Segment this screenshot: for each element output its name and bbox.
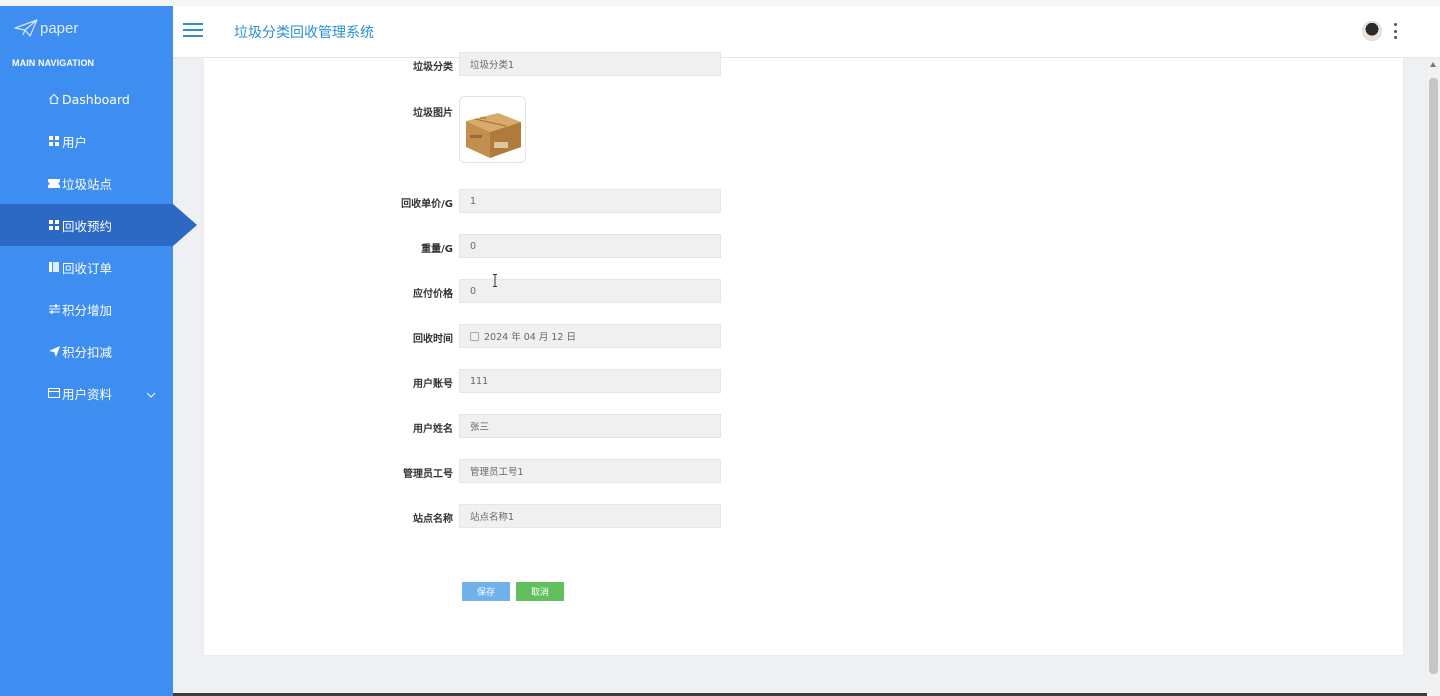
nav-list: Dashboard 用户 垃圾站点 回收预约 回收订单 积分增加 积分扣减 用户…: [0, 78, 197, 414]
field-label: 垃圾分类: [413, 62, 453, 73]
logo-text: paper: [40, 19, 79, 37]
scrollbar-thumb[interactable]: [1429, 78, 1438, 674]
sidebar-item-appointments[interactable]: 回收预约: [0, 204, 197, 246]
sidebar-item-users[interactable]: 用户: [0, 120, 173, 162]
vertical-scrollbar[interactable]: [1427, 58, 1440, 696]
paper-plane-icon: [14, 19, 38, 37]
station-name-field[interactable]: [459, 504, 721, 528]
grid-icon: [47, 220, 61, 230]
field-label: 回收单价/G: [401, 199, 453, 210]
sidebar-item-stations[interactable]: 垃圾站点: [0, 162, 173, 204]
ticket-icon: [47, 178, 61, 188]
cardboard-box-image: EMS: [466, 113, 521, 158]
scroll-up-arrow-icon[interactable]: [1430, 62, 1436, 67]
card-icon: [47, 388, 61, 398]
field-label: 垃圾图片: [413, 108, 453, 119]
cancel-button[interactable]: 取消: [516, 582, 564, 601]
avatar[interactable]: [1362, 21, 1382, 41]
nav-heading: MAIN NAVIGATION: [12, 58, 95, 68]
form-row-username: 用户姓名: [204, 414, 744, 438]
date-value: 2024 年 04 月 12 日: [484, 332, 576, 343]
field-label: 重量/G: [421, 244, 453, 255]
form-row-weight: 重量/G: [204, 234, 744, 258]
sidebar-item-label: 垃圾站点: [62, 176, 113, 192]
field-label: 站点名称: [413, 514, 453, 525]
field-label: 应付价格: [413, 289, 453, 300]
sidebar: paper MAIN NAVIGATION Dashboard 用户 垃圾站点 …: [0, 6, 197, 696]
form-row-unit-price: 回收单价/G: [204, 189, 744, 213]
user-account-field[interactable]: [459, 369, 721, 393]
sidebar-item-points-deduct[interactable]: 积分扣减: [0, 330, 173, 372]
form-row-station: 站点名称: [204, 504, 744, 528]
form-row-payable: 应付价格: [204, 279, 744, 303]
form-row-account: 用户账号: [204, 369, 744, 393]
unit-price-field[interactable]: [459, 189, 721, 213]
sidebar-item-orders[interactable]: 回收订单: [0, 246, 173, 288]
send-icon: [47, 345, 61, 357]
sidebar-item-label: 回收订单: [62, 260, 113, 276]
more-options-icon[interactable]: [1392, 23, 1398, 39]
hamburger-menu-icon[interactable]: [183, 23, 203, 39]
form-row-admin-id: 管理员工号: [204, 459, 744, 483]
form-card: 垃圾分类 垃圾图片 EMS 回收单价/G 重量/G 应付价格 回收时间 2024…: [203, 52, 1404, 656]
calendar-icon: [470, 331, 479, 341]
form-row-category: 垃圾分类: [204, 52, 744, 76]
field-label: 用户账号: [413, 379, 453, 390]
sidebar-item-label: Dashboard: [62, 91, 130, 107]
category-field[interactable]: [459, 52, 721, 76]
field-label: 回收时间: [413, 334, 453, 345]
home-icon: [47, 93, 61, 105]
sidebar-item-label: 用户: [62, 134, 88, 150]
sidebar-item-dashboard[interactable]: Dashboard: [0, 78, 173, 120]
field-label: 用户姓名: [413, 424, 453, 435]
save-button[interactable]: 保存: [462, 582, 510, 601]
chevron-down-icon: [146, 386, 156, 401]
weight-field[interactable]: [459, 234, 721, 258]
sidebar-item-label: 积分扣减: [62, 344, 113, 360]
waste-image[interactable]: EMS: [459, 96, 526, 163]
sidebar-item-label: 用户资料: [62, 386, 113, 402]
sidebar-item-user-profile[interactable]: 用户资料: [0, 372, 173, 414]
sidebar-item-points-add[interactable]: 积分增加: [0, 288, 173, 330]
user-name-field[interactable]: [459, 414, 721, 438]
columns-icon: [47, 262, 61, 272]
form-row-recycle-time: 回收时间 2024 年 04 月 12 日: [204, 324, 744, 348]
field-label: 管理员工号: [403, 469, 453, 480]
admin-id-field[interactable]: [459, 459, 721, 483]
svg-text:EMS: EMS: [480, 116, 486, 120]
top-header: 垃圾分类回收管理系统: [173, 6, 1440, 58]
app-title: 垃圾分类回收管理系统: [234, 25, 374, 41]
sliders-icon: [47, 304, 61, 314]
payable-price-field[interactable]: [459, 279, 721, 303]
sidebar-item-label: 积分增加: [62, 302, 113, 318]
grid-icon: [47, 136, 61, 146]
text-cursor-icon: [493, 274, 497, 287]
logo[interactable]: paper: [14, 19, 78, 37]
recycle-date-field[interactable]: 2024 年 04 月 12 日: [459, 324, 721, 348]
sidebar-item-label: 回收预约: [62, 218, 113, 234]
